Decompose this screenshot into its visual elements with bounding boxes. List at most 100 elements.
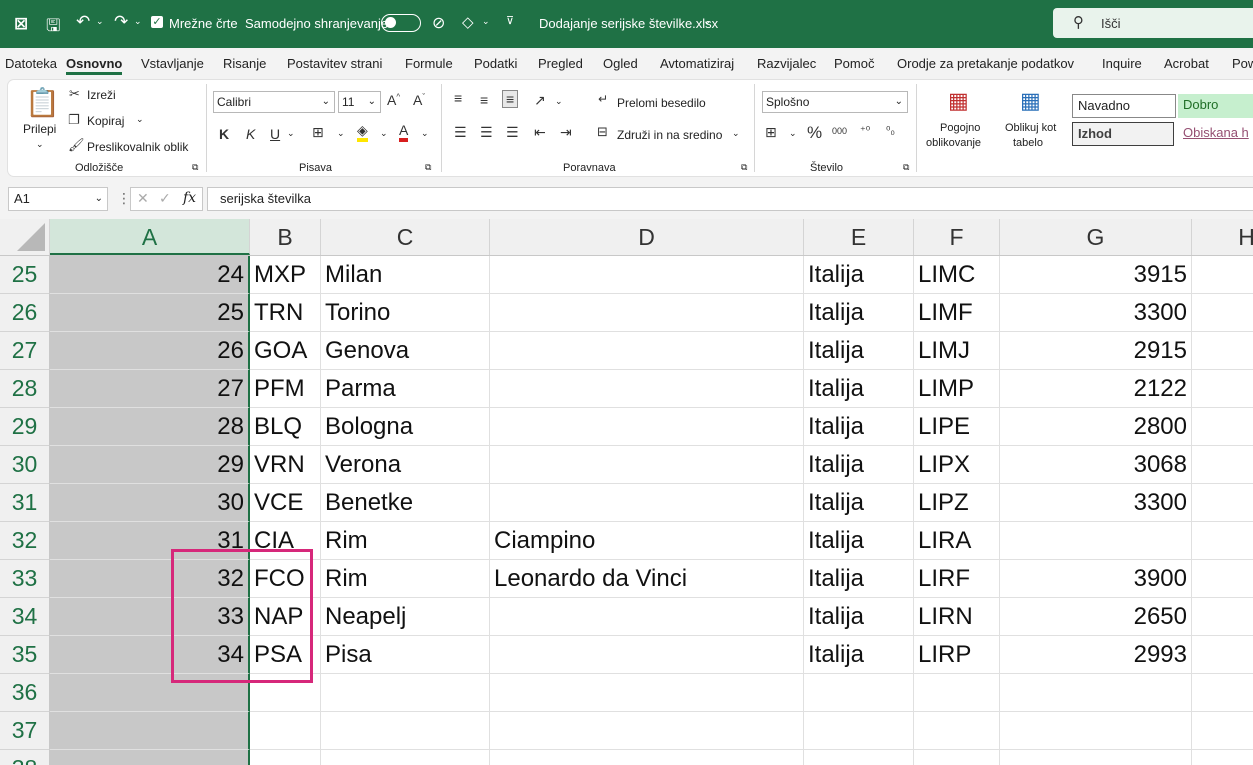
align-middle-icon[interactable]: ≡	[480, 92, 488, 108]
cell-f[interactable]	[914, 750, 1000, 765]
conditional-formatting-label-2[interactable]: oblikovanje	[926, 137, 981, 149]
decrease-decimal-icon[interactable]: ⁰₀	[886, 124, 895, 137]
column-header-d[interactable]: D	[490, 219, 804, 255]
formula-input[interactable]: serijska številka	[207, 187, 1253, 211]
redo-icon[interactable]: ↷	[114, 12, 128, 32]
cell-d[interactable]: Leonardo da Vinci	[490, 560, 804, 598]
wrap-text-button[interactable]: Prelomi besedilo	[617, 96, 706, 110]
cell-g[interactable]	[1000, 712, 1192, 750]
align-bottom-icon[interactable]: ≡	[502, 90, 519, 108]
cell-c[interactable]: Genova	[321, 332, 490, 370]
gridlines-checkbox[interactable]: ✓	[151, 16, 163, 28]
row-header[interactable]: 29	[0, 408, 50, 446]
orientation-icon[interactable]: ↗	[534, 92, 546, 109]
row-header[interactable]: 31	[0, 484, 50, 522]
cell-a[interactable]	[50, 750, 250, 765]
cell-b[interactable]: MXP	[250, 256, 321, 294]
row-header[interactable]: 37	[0, 712, 50, 750]
tab-vstavljanje[interactable]: Vstavljanje	[141, 56, 204, 71]
conditional-formatting-icon[interactable]: ▦	[948, 88, 969, 114]
cell-e[interactable]: Italija	[804, 484, 914, 522]
cell-a[interactable]: 27	[50, 370, 250, 408]
cell-h[interactable]	[1192, 294, 1253, 332]
cell-d[interactable]	[490, 256, 804, 294]
tab-power[interactable]: Pow	[1232, 56, 1253, 71]
cell-f[interactable]: LIRA	[914, 522, 1000, 560]
cell-a[interactable]: 30	[50, 484, 250, 522]
cell-c[interactable]: Bologna	[321, 408, 490, 446]
comma-style-icon[interactable]: 000	[832, 126, 847, 136]
row-header[interactable]: 38	[0, 750, 50, 765]
cell-h[interactable]	[1192, 484, 1253, 522]
align-left-icon[interactable]: ☰	[454, 124, 467, 141]
cell-f[interactable]: LIMC	[914, 256, 1000, 294]
undo-icon[interactable]: ↶	[76, 12, 90, 32]
cell-e[interactable]: Italija	[804, 256, 914, 294]
cell-g[interactable]: 3900	[1000, 560, 1192, 598]
cell-h[interactable]	[1192, 408, 1253, 446]
select-all-corner[interactable]	[0, 219, 50, 255]
alignment-launcher-icon[interactable]: ⧉	[741, 162, 747, 173]
cell-g[interactable]	[1000, 750, 1192, 765]
column-header-f[interactable]: F	[914, 219, 1000, 255]
tab-postavitev-strani[interactable]: Postavitev strani	[287, 56, 382, 71]
increase-decimal-icon[interactable]: ⁺⁰	[860, 124, 870, 137]
font-color-icon[interactable]: A	[399, 122, 409, 142]
shapes-icon[interactable]: ◇	[462, 13, 474, 31]
cell-h[interactable]	[1192, 636, 1253, 674]
cell-c[interactable]: Rim	[321, 522, 490, 560]
wrap-text-icon[interactable]: ↵	[598, 92, 608, 106]
style-normal[interactable]: Navadno	[1072, 94, 1176, 118]
underline-dropdown-icon[interactable]: ⌄	[287, 128, 295, 139]
cell-d[interactable]	[490, 674, 804, 712]
borders-icon[interactable]: ⊞	[312, 124, 324, 141]
cell-d[interactable]	[490, 598, 804, 636]
row-header[interactable]: 34	[0, 598, 50, 636]
accounting-dropdown-icon[interactable]: ⌄	[789, 128, 797, 139]
paste-button-label[interactable]: Prilepi	[23, 122, 56, 136]
cell-e[interactable]	[804, 674, 914, 712]
cell-f[interactable]	[914, 712, 1000, 750]
search-box[interactable]: ⚲ Išči	[1053, 8, 1253, 38]
font-size-select[interactable]: 11 ⌄	[338, 91, 381, 113]
name-box[interactable]: A1 ⌄	[8, 187, 108, 211]
row-header[interactable]: 27	[0, 332, 50, 370]
orientation-dropdown-icon[interactable]: ⌄	[555, 96, 563, 107]
cell-g[interactable]	[1000, 674, 1192, 712]
cell-b[interactable]: TRN	[250, 294, 321, 332]
tab-osnovno[interactable]: Osnovno	[66, 56, 122, 71]
cell-b[interactable]: VCE	[250, 484, 321, 522]
cell-f[interactable]: LIRP	[914, 636, 1000, 674]
cell-h[interactable]	[1192, 332, 1253, 370]
file-name[interactable]: Dodajanje serijske številke.xlsx	[539, 16, 718, 31]
cell-c[interactable]: Verona	[321, 446, 490, 484]
accounting-format-icon[interactable]: ⊞	[765, 124, 777, 141]
cell-b[interactable]: PFM	[250, 370, 321, 408]
cell-h[interactable]	[1192, 560, 1253, 598]
formula-bar-options-icon[interactable]: ⋮	[117, 190, 131, 207]
tab-risanje[interactable]: Risanje	[223, 56, 266, 71]
cell-h[interactable]	[1192, 598, 1253, 636]
cell-e[interactable]: Italija	[804, 408, 914, 446]
merge-center-button[interactable]: Združi in na sredino	[617, 128, 722, 142]
cell-b[interactable]: VRN	[250, 446, 321, 484]
tab-ogled[interactable]: Ogled	[603, 56, 638, 71]
cell-f[interactable]: LIMP	[914, 370, 1000, 408]
cell-a[interactable]	[50, 712, 250, 750]
format-as-table-icon[interactable]: ▦	[1020, 88, 1041, 114]
cell-e[interactable]: Italija	[804, 294, 914, 332]
row-header[interactable]: 28	[0, 370, 50, 408]
cell-d[interactable]	[490, 712, 804, 750]
font-name-select[interactable]: Calibri ⌄	[213, 91, 335, 113]
cell-e[interactable]: Italija	[804, 598, 914, 636]
tab-avtomatiziraj[interactable]: Avtomatiziraj	[660, 56, 734, 71]
cell-h[interactable]	[1192, 750, 1253, 765]
row-header[interactable]: 30	[0, 446, 50, 484]
cell-h[interactable]	[1192, 674, 1253, 712]
cell-f[interactable]: LIMF	[914, 294, 1000, 332]
cell-c[interactable]: Torino	[321, 294, 490, 332]
worksheet-grid[interactable]: 25 24 MXP Milan Italija LIMC 3915 26 25 TRN Torino…	[0, 256, 1253, 765]
insert-function-icon[interactable]: fx	[183, 190, 196, 206]
cell-g[interactable]: 3300	[1000, 294, 1192, 332]
row-header[interactable]: 26	[0, 294, 50, 332]
